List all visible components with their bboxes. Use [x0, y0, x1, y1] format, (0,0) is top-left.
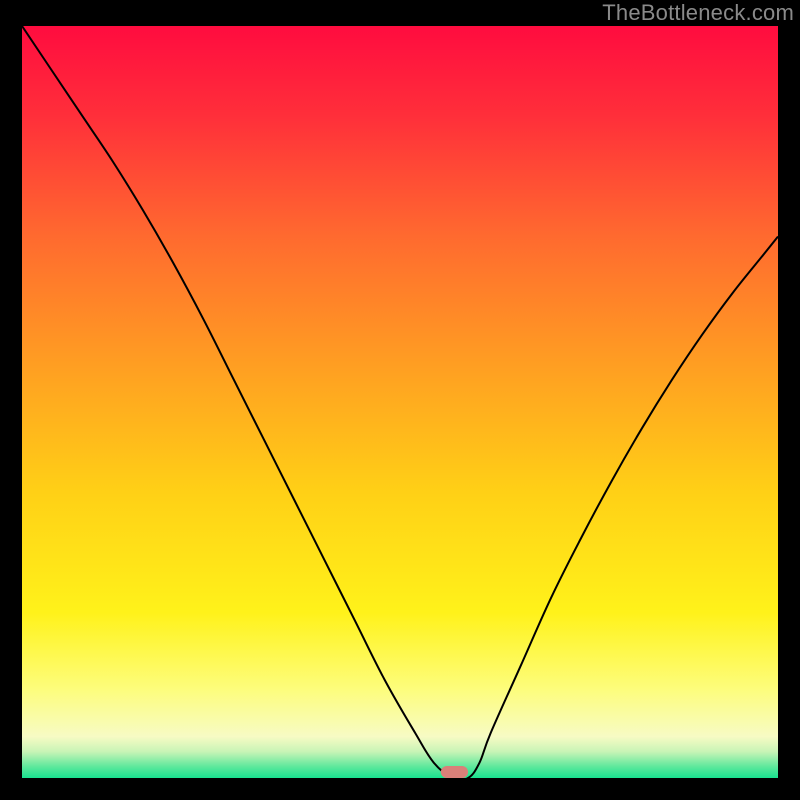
gradient-background	[22, 26, 778, 778]
bottleneck-chart	[22, 26, 778, 778]
watermark-text: TheBottleneck.com	[602, 0, 794, 26]
plot-area	[22, 26, 778, 778]
chart-frame: TheBottleneck.com	[0, 0, 800, 800]
bottleneck-marker	[441, 766, 468, 778]
